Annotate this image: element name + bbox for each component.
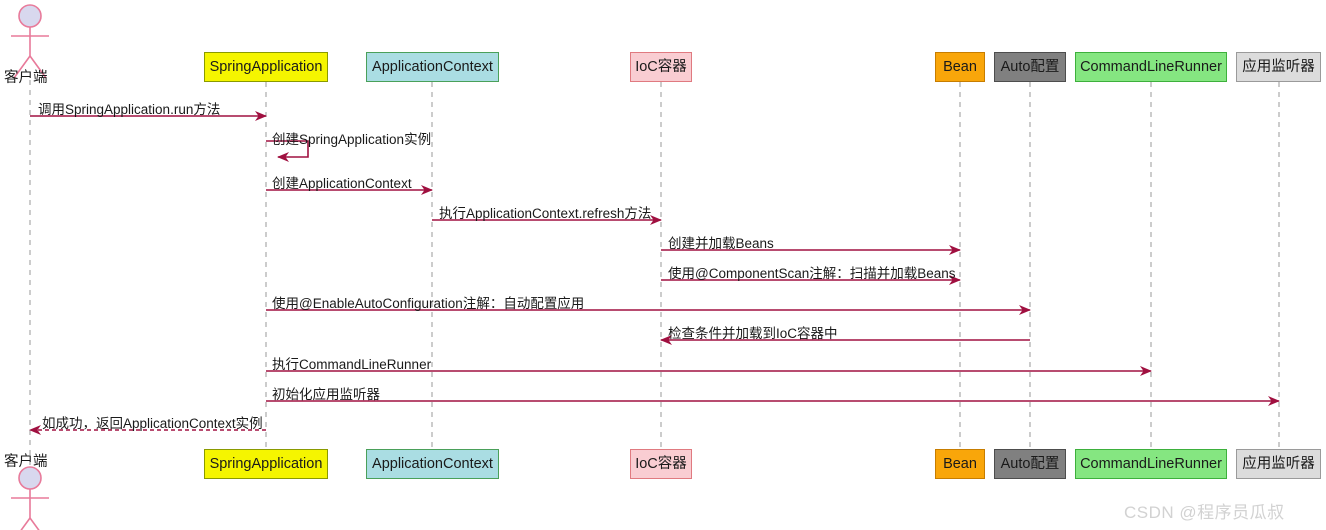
participant-label-bean-bottom: Bean: [943, 455, 977, 472]
participant-label-application-listener-bottom: 应用监听器: [1242, 455, 1315, 472]
participant-box-auto-config-top[interactable]: Auto配置: [994, 52, 1066, 82]
participant-label-auto-config-top: Auto配置: [1000, 58, 1060, 75]
participant-label-command-line-runner-bottom: CommandLineRunner: [1080, 455, 1222, 472]
participant-label-application-context-bottom: ApplicationContext: [372, 455, 493, 472]
message-label-msg-2: 创建SpringApplication实例: [272, 132, 432, 147]
participant-box-auto-config-bottom[interactable]: Auto配置: [994, 449, 1066, 479]
participant-label-ioc-container-top: IoC容器: [635, 58, 687, 75]
message-label-msg-5: 创建并加载Beans: [668, 236, 774, 251]
participant-box-spring-application-bottom[interactable]: SpringApplication: [204, 449, 328, 479]
messages-group: [29, 111, 1280, 435]
participant-box-spring-application-top[interactable]: SpringApplication: [204, 52, 328, 82]
participant-box-command-line-runner-bottom[interactable]: CommandLineRunner: [1075, 449, 1227, 479]
message-label-msg-11: 如成功，返回ApplicationContext实例: [42, 416, 263, 431]
participant-label-application-listener-top: 应用监听器: [1242, 58, 1315, 75]
message-label-msg-6: 使用@ComponentScan注解：扫描并加载Beans: [668, 266, 956, 281]
message-label-msg-1: 调用SpringApplication.run方法: [38, 102, 221, 117]
participant-label-application-context-top: ApplicationContext: [372, 58, 493, 75]
participant-box-bean-top[interactable]: Bean: [935, 52, 985, 82]
csdn-watermark: CSDN @程序员瓜叔: [1124, 503, 1285, 522]
message-label-msg-10: 初始化应用监听器: [272, 387, 380, 402]
message-label-msg-9: 执行CommandLineRunner: [272, 357, 432, 372]
sequence-diagram: SpringApplication ApplicationContext IoC容器…: [0, 0, 1326, 530]
participant-box-application-listener-bottom[interactable]: 应用监听器: [1236, 449, 1321, 479]
participant-box-application-listener-top[interactable]: 应用监听器: [1236, 52, 1321, 82]
participant-box-bean-bottom[interactable]: Bean: [935, 449, 985, 479]
message-label-msg-3: 创建ApplicationContext: [272, 176, 412, 191]
actor-head: [18, 4, 42, 28]
participant-label-spring-application-top: SpringApplication: [209, 58, 323, 75]
participant-label-ioc-container-bottom: IoC容器: [635, 455, 687, 472]
participant-box-ioc-container-bottom[interactable]: IoC容器: [630, 449, 692, 479]
participant-box-application-context-top[interactable]: ApplicationContext: [366, 52, 499, 82]
participant-label-spring-application-bottom: SpringApplication: [209, 455, 323, 472]
message-label-msg-8: 检查条件并加载到IoC容器中: [668, 326, 838, 341]
actor-label-bottom: 客户端: [4, 454, 48, 470]
actor-label-top: 客户端: [4, 70, 48, 86]
message-label-msg-4: 执行ApplicationContext.refresh方法: [439, 206, 652, 221]
participant-label-auto-config-bottom: Auto配置: [1000, 455, 1060, 472]
actor-leg-right: [29, 517, 40, 530]
actor-leg-left: [20, 517, 31, 530]
participant-label-bean-top: Bean: [943, 58, 977, 75]
actor-figure-bottom: [11, 466, 49, 530]
participant-box-command-line-runner-top[interactable]: CommandLineRunner: [1075, 52, 1227, 82]
participant-label-command-line-runner-top: CommandLineRunner: [1080, 58, 1222, 75]
participant-box-application-context-bottom[interactable]: ApplicationContext: [366, 449, 499, 479]
message-label-msg-7: 使用@EnableAutoConfiguration注解：自动配置应用: [272, 296, 585, 311]
participant-box-ioc-container-top[interactable]: IoC容器: [630, 52, 692, 82]
